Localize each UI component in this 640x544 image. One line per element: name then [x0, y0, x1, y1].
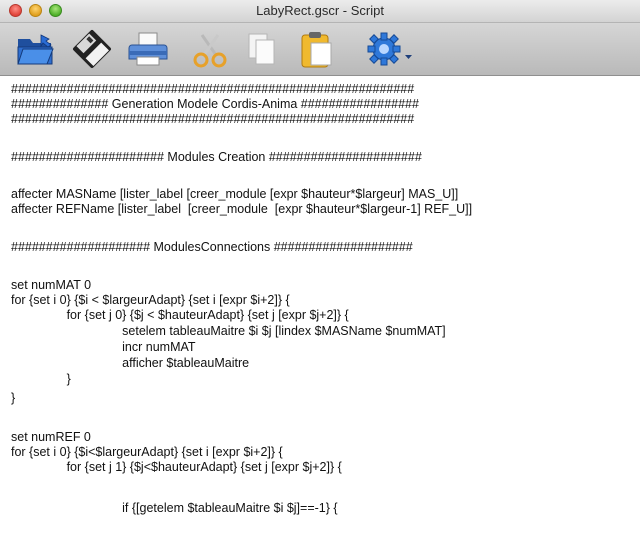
code-line-19: }	[11, 391, 16, 405]
code-line-12: set numMAT 0	[11, 278, 92, 292]
code-line-8: affecter REFName [lister_label [creer_mo…	[11, 202, 473, 216]
open-folder-icon	[14, 29, 58, 69]
code-line-25: if {[getelem $tableauMaitre $i $j]==-1} …	[11, 501, 338, 515]
code-line-10: #################### ModulesConnections …	[11, 240, 413, 254]
gear-dropdown-icon	[364, 29, 416, 69]
floppy-disk-icon	[70, 29, 114, 69]
code-line-22: for {set i 0} {$i<$largeurAdapt} {set i …	[11, 445, 283, 459]
clipboard-icon	[294, 29, 338, 69]
save-button[interactable]	[70, 29, 114, 69]
copy-documents-icon	[240, 29, 284, 69]
code-line-21: set numREF 0	[11, 430, 91, 444]
printer-icon	[126, 29, 170, 69]
cut-button[interactable]	[188, 29, 232, 69]
code-line-2: ############## Generation Modele Cordis-…	[11, 97, 419, 111]
code-line-14: for {set j 0} {$j < $hauteurAdapt} {set …	[11, 308, 349, 322]
copy-button[interactable]	[240, 29, 284, 69]
code-line-16: incr numMAT	[11, 340, 196, 354]
scissors-icon	[188, 29, 232, 69]
open-button[interactable]	[14, 29, 58, 69]
code-line-7: affecter MASName [lister_label [creer_mo…	[11, 187, 459, 201]
title-bar[interactable]: LabyRect.gscr - Script	[0, 0, 640, 23]
paste-button[interactable]	[294, 29, 338, 69]
code-line-15: setelem tableauMaitre $i $j [lindex $MAS…	[11, 324, 446, 338]
code-line-1: ########################################…	[11, 82, 415, 96]
code-line-23: for {set j 1} {$j<$hauteurAdapt} {set j …	[11, 460, 342, 474]
code-line-3: ########################################…	[11, 112, 415, 126]
script-window: LabyRect.gscr - Script #################…	[0, 0, 640, 544]
script-editor[interactable]: ########################################…	[0, 76, 640, 544]
window-title: LabyRect.gscr - Script	[256, 3, 384, 18]
code-line-17: afficher $tableauMaitre	[11, 356, 250, 370]
run-menu-button[interactable]	[364, 29, 416, 69]
code-line-5: ###################### Modules Creation …	[11, 150, 422, 164]
print-button[interactable]	[126, 29, 170, 69]
code-line-18: }	[11, 372, 71, 386]
toolbar	[0, 23, 640, 76]
code-line-13: for {set i 0} {$i < $largeurAdapt} {set …	[11, 293, 290, 307]
